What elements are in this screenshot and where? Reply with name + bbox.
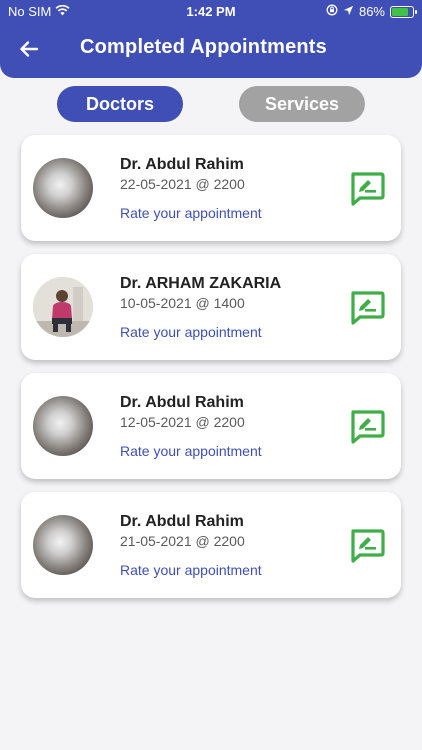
- tab-doctors[interactable]: Doctors: [57, 86, 183, 122]
- avatar: [33, 277, 93, 337]
- appointment-datetime: 22-05-2021 @ 2200: [120, 176, 245, 192]
- doctor-name: Dr. Abdul Rahim: [120, 513, 244, 530]
- rate-feedback-icon: [351, 410, 385, 444]
- location-arrow-icon: [343, 4, 354, 19]
- rate-feedback-icon: [351, 291, 385, 325]
- appointment-datetime: 21-05-2021 @ 2200: [120, 533, 245, 549]
- orientation-lock-icon: [326, 4, 338, 19]
- appointment-datetime: 12-05-2021 @ 2200: [120, 414, 245, 430]
- status-bar: No SIM 1:42 PM 86%: [0, 0, 422, 22]
- doctor-name: Dr. ARHAM ZAKARIA: [120, 275, 282, 292]
- avatar: [33, 158, 93, 218]
- rate-appointment-link[interactable]: Rate your appointment: [120, 562, 262, 578]
- tab-bar: Doctors Services: [0, 86, 422, 122]
- avatar: [33, 396, 93, 456]
- avatar: [33, 515, 93, 575]
- appointment-card[interactable]: Dr. Abdul Rahim 21-05-2021 @ 2200 Rate y…: [21, 492, 401, 598]
- doctor-name: Dr. Abdul Rahim: [120, 156, 244, 173]
- battery-charging-icon: [390, 5, 417, 18]
- appointment-card[interactable]: Dr. Abdul Rahim 22-05-2021 @ 2200 Rate y…: [21, 135, 401, 241]
- back-arrow-icon: [20, 41, 39, 57]
- rate-feedback-icon: [351, 529, 385, 563]
- rate-appointment-button[interactable]: [349, 171, 385, 207]
- page-title: Completed Appointments: [80, 36, 327, 58]
- rate-appointment-button[interactable]: [349, 290, 385, 326]
- appointment-datetime: 10-05-2021 @ 1400: [120, 295, 245, 311]
- battery-percent: 86%: [358, 4, 385, 19]
- battery-level-fill: [392, 7, 408, 16]
- tab-services[interactable]: Services: [239, 86, 365, 122]
- appointment-card[interactable]: Dr. Abdul Rahim 12-05-2021 @ 2200 Rate y…: [21, 373, 401, 479]
- rate-appointment-link[interactable]: Rate your appointment: [120, 324, 262, 340]
- app-header: No SIM 1:42 PM 86% Completed Appointment…: [0, 0, 422, 78]
- doctor-name: Dr. Abdul Rahim: [120, 394, 244, 411]
- rate-appointment-link[interactable]: Rate your appointment: [120, 205, 262, 221]
- rate-feedback-icon: [351, 172, 385, 206]
- rate-appointment-button[interactable]: [349, 409, 385, 445]
- rate-appointment-link[interactable]: Rate your appointment: [120, 443, 262, 459]
- status-right: 86%: [326, 4, 417, 19]
- back-button[interactable]: [16, 36, 42, 62]
- doctor-photo: [33, 277, 93, 337]
- appointment-card[interactable]: Dr. ARHAM ZAKARIA 10-05-2021 @ 1400 Rate…: [21, 254, 401, 360]
- rate-appointment-button[interactable]: [349, 528, 385, 564]
